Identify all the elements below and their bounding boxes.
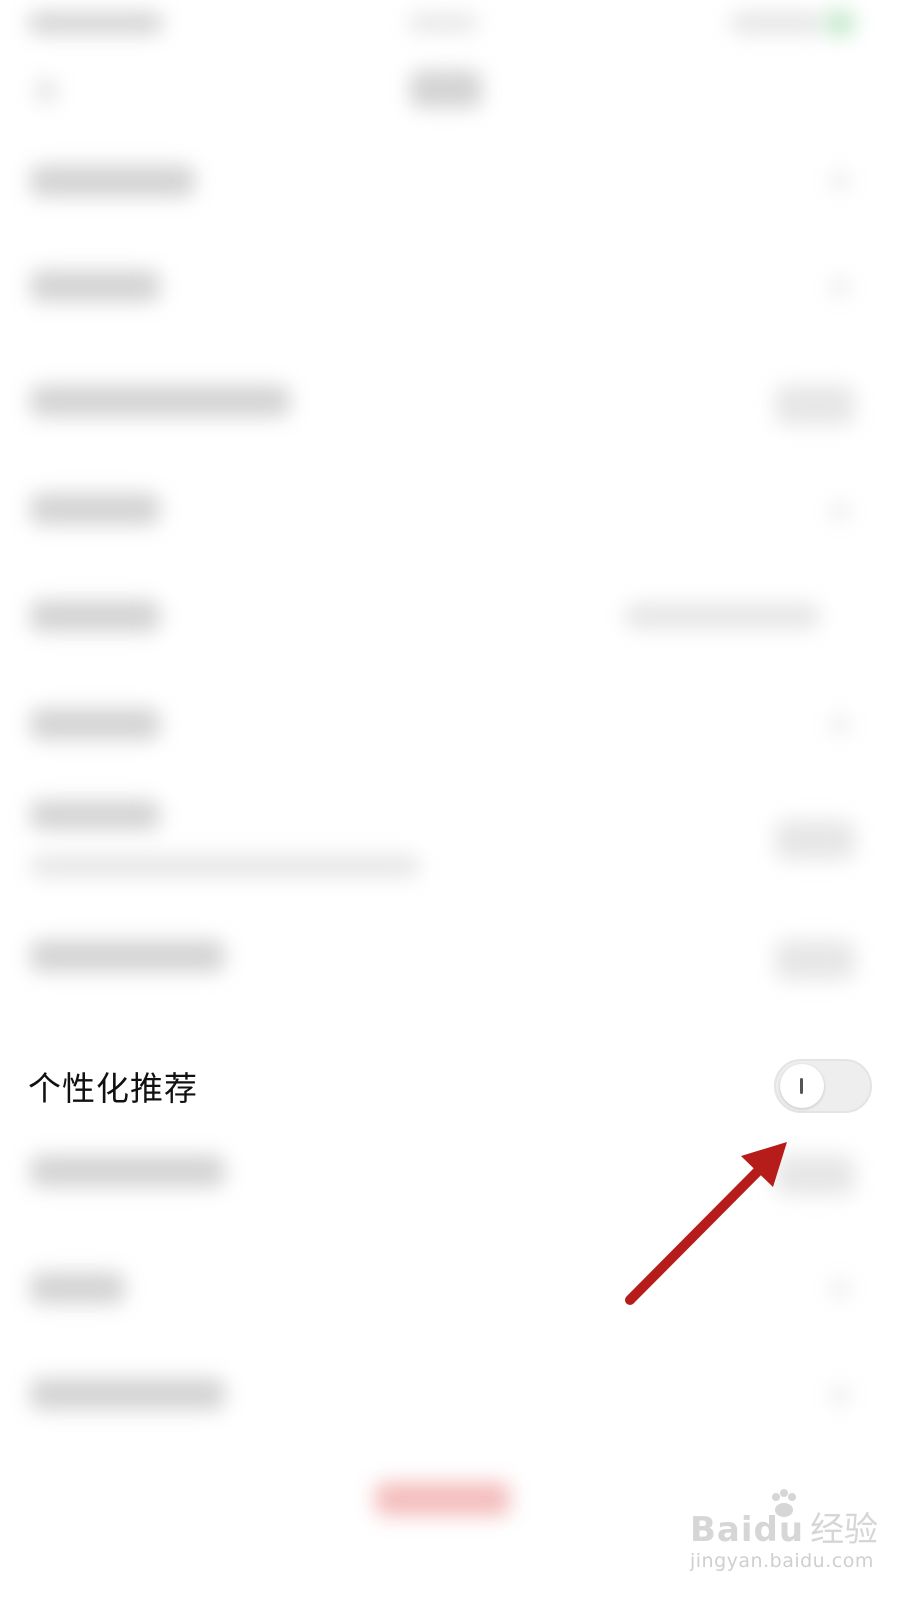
setting-row-label[interactable] <box>30 940 225 972</box>
setting-row-subtitle <box>30 855 420 877</box>
chevron-right-icon <box>832 716 848 734</box>
setting-row-label[interactable] <box>30 800 160 830</box>
chevron-right-icon <box>832 172 848 190</box>
setting-row-value <box>625 603 820 629</box>
page-title <box>410 70 482 108</box>
toggle-switch[interactable] <box>775 1155 855 1195</box>
setting-row-label[interactable] <box>30 1155 225 1187</box>
chevron-right-icon <box>832 502 848 520</box>
personalized-recommendation-toggle[interactable] <box>774 1059 872 1113</box>
back-icon[interactable] <box>35 78 57 104</box>
setting-row-label[interactable] <box>30 493 160 525</box>
setting-row-personalized-recommendation[interactable]: 个性化推荐 <box>0 1030 900 1142</box>
setting-row-label[interactable] <box>30 600 160 632</box>
logout-button[interactable] <box>375 1482 510 1516</box>
status-center <box>408 14 478 32</box>
setting-row-label[interactable] <box>30 1272 125 1304</box>
watermark-brand: Baidu 经验 <box>690 1510 879 1550</box>
chevron-right-icon <box>832 1280 848 1298</box>
setting-row-label[interactable] <box>30 385 290 417</box>
baidu-jingyan-watermark: Baidu 经验 jingyan.baidu.com <box>690 1489 890 1592</box>
personalized-recommendation-label: 个性化推荐 <box>28 1069 198 1108</box>
toggle-switch[interactable] <box>775 940 855 980</box>
battery-icon <box>825 10 855 36</box>
toggle-switch[interactable] <box>775 385 855 425</box>
toggle-switch[interactable] <box>775 820 855 860</box>
setting-row-label[interactable] <box>30 1378 225 1410</box>
chevron-right-icon <box>832 278 848 296</box>
status-time <box>28 12 163 34</box>
status-icons <box>730 12 825 34</box>
chevron-right-icon <box>832 1386 848 1404</box>
setting-row-label[interactable] <box>30 270 160 302</box>
toggle-knob <box>780 1064 824 1108</box>
setting-row-label[interactable] <box>30 165 195 197</box>
setting-row-label[interactable] <box>30 708 160 740</box>
watermark-url: jingyan.baidu.com <box>690 1550 874 1572</box>
settings-screen: 个性化推荐 Baidu 经验 jingyan.baidu.com <box>0 0 900 1600</box>
